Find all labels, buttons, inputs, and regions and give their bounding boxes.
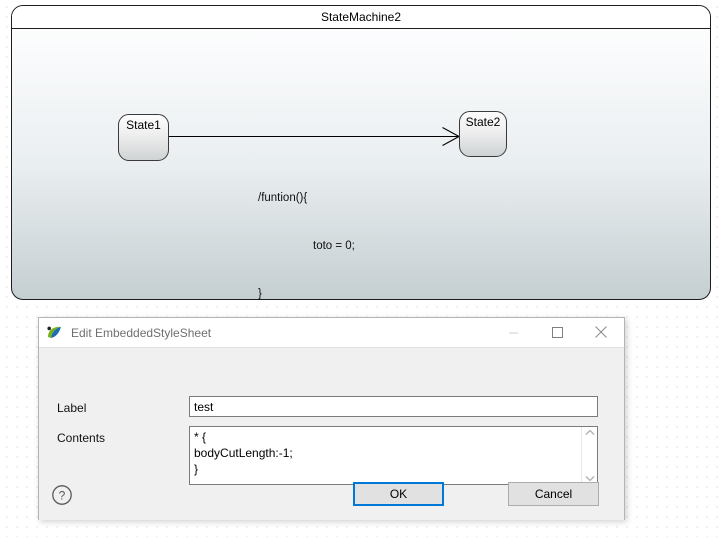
dialog-body: Label Contents xyxy=(39,348,624,488)
state-node-state1[interactable]: State1 xyxy=(118,114,169,161)
dialog-titlebar[interactable]: Edit EmbeddedStyleSheet xyxy=(39,318,624,348)
transition-line[interactable] xyxy=(169,136,459,137)
statemachine-frame[interactable]: StateMachine2 xyxy=(11,5,711,300)
minimize-icon[interactable] xyxy=(491,318,535,346)
transition-label-line-1: /funtion(){ xyxy=(258,192,308,204)
contents-scrollbar[interactable] xyxy=(581,427,597,484)
state-node-state2[interactable]: State2 xyxy=(459,111,507,157)
svg-text:?: ? xyxy=(59,488,66,502)
cancel-button[interactable]: Cancel xyxy=(508,482,599,506)
contents-textarea[interactable] xyxy=(190,427,581,484)
dialog-title: Edit EmbeddedStyleSheet xyxy=(71,325,212,340)
scroll-down-icon[interactable] xyxy=(585,475,595,482)
transition-label-line-3: } xyxy=(258,288,262,300)
scroll-up-icon[interactable] xyxy=(585,429,595,436)
dialog-footer: ? OK Cancel xyxy=(39,482,624,520)
help-icon[interactable]: ? xyxy=(51,484,73,506)
transition-label[interactable]: /funtion(){ toto = 0; } xyxy=(258,158,355,334)
maximize-icon[interactable] xyxy=(535,318,579,346)
label-input[interactable] xyxy=(189,396,598,417)
close-icon[interactable] xyxy=(579,318,623,346)
state-label: State1 xyxy=(126,118,161,132)
label-field-caption: Label xyxy=(57,401,87,415)
transition-label-line-2-row: toto = 0; xyxy=(258,238,355,254)
contents-field-wrapper[interactable] xyxy=(189,426,598,485)
transition-arrowhead-icon xyxy=(442,127,460,146)
papyrus-logo-icon xyxy=(45,324,63,342)
contents-field-caption: Contents xyxy=(57,431,106,445)
state-label: State2 xyxy=(465,115,501,129)
transition-label-line-2: toto = 0; xyxy=(313,240,355,252)
edit-embedded-stylesheet-dialog[interactable]: Edit EmbeddedStyleSheet Label Contents xyxy=(38,317,625,520)
ok-button[interactable]: OK xyxy=(353,482,444,506)
statemachine-title: StateMachine2 xyxy=(12,6,710,29)
